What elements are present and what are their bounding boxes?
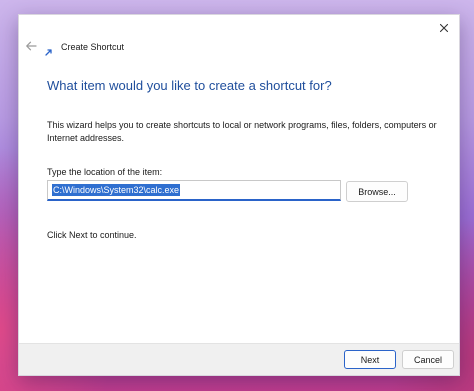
desktop-wallpaper: Create Shortcut What item would you like… — [0, 0, 474, 391]
location-input[interactable]: C:\Windows\System32\calc.exe — [47, 180, 341, 201]
cancel-button[interactable]: Cancel — [402, 350, 454, 369]
continue-hint: Click Next to continue. — [47, 230, 137, 240]
wizard-heading: What item would you like to create a sho… — [47, 78, 332, 93]
next-button[interactable]: Next — [344, 350, 396, 369]
dialog-footer: Next Cancel — [19, 343, 459, 375]
back-arrow-icon[interactable] — [24, 39, 38, 53]
create-shortcut-dialog: Create Shortcut What item would you like… — [18, 14, 460, 376]
wizard-description: This wizard helps you to create shortcut… — [47, 120, 437, 143]
title-bar: Create Shortcut — [19, 15, 459, 61]
window-title: Create Shortcut — [61, 42, 125, 52]
location-value-selected: C:\Windows\System32\calc.exe — [52, 184, 181, 196]
browse-button[interactable]: Browse... — [346, 181, 408, 202]
location-label: Type the location of the item: — [47, 167, 163, 177]
shortcut-icon — [44, 44, 54, 56]
close-icon[interactable] — [438, 21, 450, 33]
